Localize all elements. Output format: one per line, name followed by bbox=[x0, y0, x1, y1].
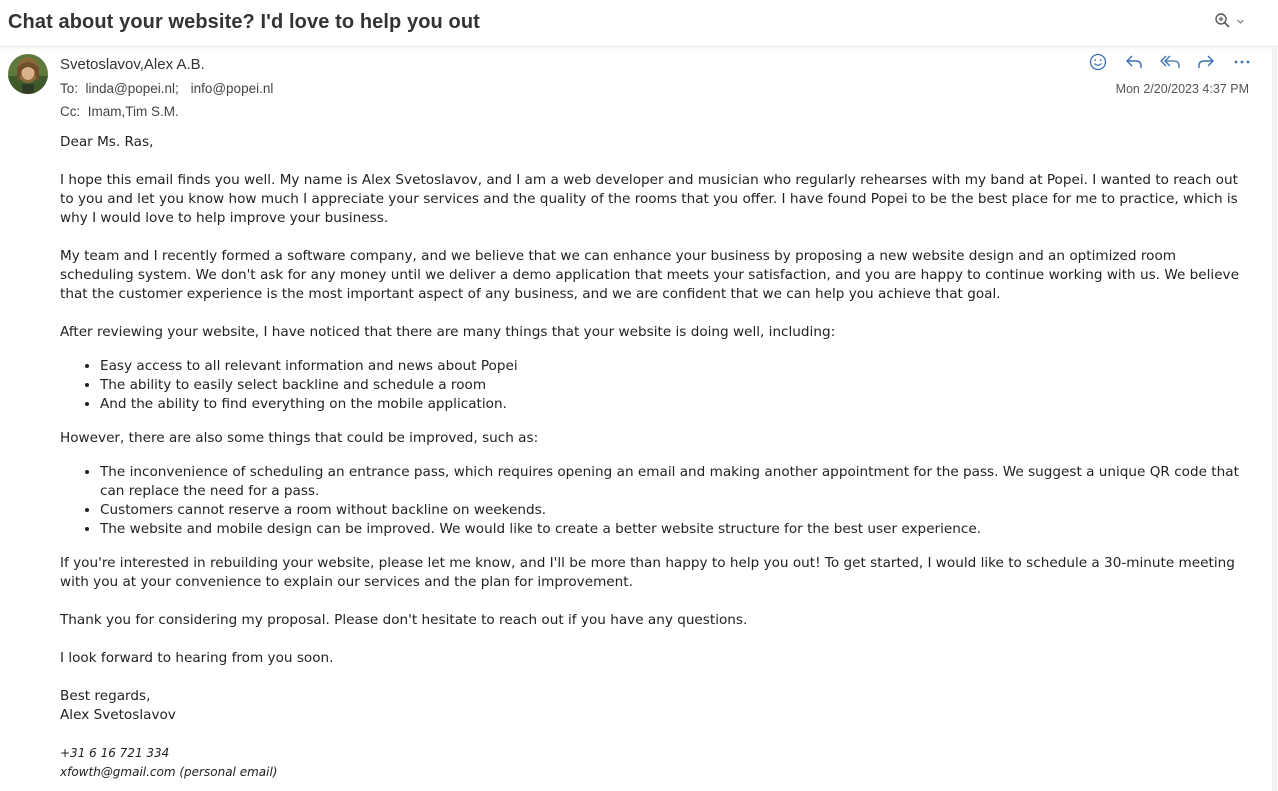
more-icon bbox=[1234, 60, 1250, 64]
avatar bbox=[8, 54, 48, 94]
paragraph: However, there are also some things that… bbox=[60, 430, 539, 446]
cc-label: Cc: bbox=[60, 104, 81, 119]
paragraph: My team and I recently formed a software… bbox=[60, 248, 1239, 302]
list-item: The website and mobile design can be imp… bbox=[100, 520, 1250, 539]
sent-date: Mon 2/20/2023 4:37 PM bbox=[1115, 82, 1249, 96]
email-subject: Chat about your website? I'd love to hel… bbox=[8, 11, 480, 33]
signature-email[interactable]: xfowth@gmail.com (personal email) bbox=[60, 763, 1250, 782]
list-item: Customers cannot reserve a room without … bbox=[100, 501, 1250, 520]
list-item: The ability to easily select backline an… bbox=[100, 376, 1250, 395]
recipient[interactable]: linda@popei.nl; bbox=[86, 81, 179, 96]
paragraph: If you're interested in rebuilding your … bbox=[60, 555, 1235, 590]
message-actions bbox=[1086, 52, 1254, 72]
paragraph: After reviewing your website, I have not… bbox=[60, 324, 836, 340]
list-item: And the ability to find everything on th… bbox=[100, 395, 1250, 414]
email-body: Dear Ms. Ras, I hope this email finds yo… bbox=[60, 133, 1250, 782]
forward-button[interactable] bbox=[1194, 52, 1218, 72]
to-line: To: linda@popei.nl; info@popei.nl bbox=[60, 81, 273, 96]
closing: Best regards, bbox=[60, 688, 151, 704]
zoom-button[interactable] bbox=[1214, 12, 1245, 30]
scrollbar[interactable] bbox=[1272, 48, 1277, 791]
list-item: Easy access to all relevant information … bbox=[100, 357, 1250, 376]
list-item: The inconvenience of scheduling an entra… bbox=[100, 463, 1250, 501]
chevron-down-icon bbox=[1237, 19, 1244, 24]
signature-name: Alex Svetoslavov bbox=[60, 707, 176, 723]
reply-all-button[interactable] bbox=[1158, 52, 1182, 72]
improvements-list: The inconvenience of scheduling an entra… bbox=[60, 463, 1250, 539]
cc-recipient[interactable]: Imam,Tim S.M. bbox=[88, 104, 179, 119]
message-header-bar: Chat about your website? I'd love to hel… bbox=[0, 0, 1278, 47]
zoom-icon bbox=[1215, 13, 1230, 28]
paragraph: I look forward to hearing from you soon. bbox=[60, 650, 334, 666]
emoji-icon bbox=[1089, 53, 1107, 71]
to-label: To: bbox=[60, 81, 79, 96]
sender-name[interactable]: Svetoslavov,Alex A.B. bbox=[60, 56, 205, 73]
cc-line: Cc: Imam,Tim S.M. bbox=[60, 104, 179, 119]
greeting: Dear Ms. Ras, bbox=[60, 134, 154, 150]
reply-button[interactable] bbox=[1122, 52, 1146, 72]
emoji-button[interactable] bbox=[1086, 52, 1110, 72]
more-actions-button[interactable] bbox=[1230, 52, 1254, 72]
reply-icon bbox=[1126, 55, 1142, 68]
paragraph: Thank you for considering my proposal. P… bbox=[60, 612, 748, 628]
forward-icon bbox=[1198, 55, 1214, 68]
strengths-list: Easy access to all relevant information … bbox=[60, 357, 1250, 414]
signature-phone[interactable]: +31 6 16 721 334 bbox=[60, 744, 1250, 763]
reply-all-icon bbox=[1160, 55, 1180, 68]
paragraph: I hope this email finds you well. My nam… bbox=[60, 172, 1238, 226]
recipient[interactable]: info@popei.nl bbox=[191, 81, 274, 96]
